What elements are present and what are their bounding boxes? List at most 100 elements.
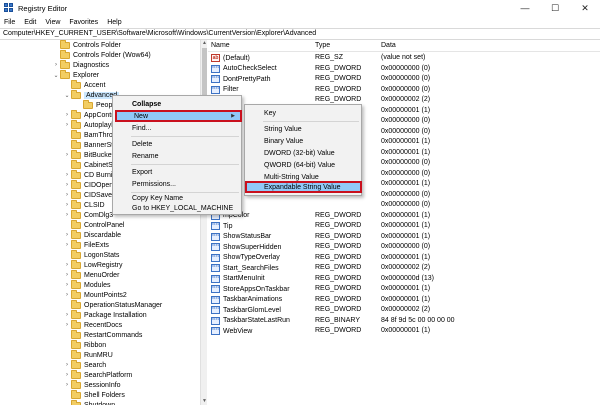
submenu-expandable-string-value[interactable]: Expandable String Value (245, 181, 362, 193)
tree-node[interactable]: › SessionInfo (63, 379, 121, 390)
collapsed-chevron-icon[interactable]: › (63, 262, 71, 268)
column-header-data[interactable]: Data (381, 42, 396, 49)
collapsed-chevron-icon[interactable]: › (63, 282, 71, 288)
submenu-string-value[interactable]: String Value (245, 123, 361, 135)
tree-node[interactable]: › MenuOrder (63, 269, 119, 280)
value-row[interactable]: 010110ShowTypeOverlay REG_DWORD 0x00000001… (208, 253, 600, 263)
column-header-name[interactable]: Name (211, 42, 230, 49)
tree-node[interactable]: ControlPanel (63, 219, 124, 230)
close-button[interactable]: ✕ (570, 0, 600, 16)
collapsed-chevron-icon[interactable]: › (63, 202, 71, 208)
value-row[interactable]: 010110AutoCheckSelect REG_DWORD 0x00000000… (208, 64, 600, 74)
collapsed-chevron-icon[interactable]: › (63, 192, 71, 198)
tree-node[interactable]: Controls Folder (52, 40, 121, 50)
minimize-button[interactable]: — (510, 0, 540, 16)
tree-node[interactable]: LogonStats (63, 249, 119, 260)
tree-node[interactable]: › Diagnostics (52, 59, 109, 70)
tree-node[interactable]: › SearchPlatform (63, 369, 132, 380)
expanded-chevron-icon[interactable]: ⌄ (52, 72, 60, 79)
context-permissions[interactable]: Permissions... (113, 178, 241, 190)
collapsed-chevron-icon[interactable]: › (63, 152, 71, 158)
collapsed-chevron-icon[interactable]: › (63, 212, 71, 218)
menu-edit[interactable]: Edit (24, 19, 36, 26)
tree-node[interactable]: › Discardable (63, 229, 121, 240)
tree-node[interactable]: RunMRU (63, 349, 113, 360)
value-row[interactable]: 010110WebView REG_DWORD 0x00000001 (1) (208, 326, 600, 336)
menu-favorites[interactable]: Favorites (69, 19, 98, 26)
collapsed-chevron-icon[interactable]: › (63, 272, 71, 278)
scroll-down-arrow-icon[interactable]: ▼ (201, 398, 208, 405)
tree-node[interactable]: › RecentDocs (63, 319, 122, 330)
collapsed-chevron-icon[interactable]: › (63, 382, 71, 388)
tree-node[interactable]: Accent (63, 79, 105, 90)
tree-node[interactable]: › AppContr (63, 109, 114, 120)
address-bar[interactable]: Computer\HKEY_CURRENT_USER\Software\Micr… (0, 28, 600, 40)
collapsed-chevron-icon[interactable]: › (63, 172, 71, 178)
value-row[interactable]: 010110DontPrettyPath REG_DWORD 0x00000000 … (208, 74, 600, 84)
menu-help[interactable]: Help (107, 19, 121, 26)
submenu-key[interactable]: Key (245, 107, 361, 119)
context-collapse[interactable]: Collapse (113, 98, 241, 110)
value-row[interactable]: 010110TaskbarAnimations REG_DWORD 0x000000… (208, 295, 600, 305)
context-goto-hklm[interactable]: Go to HKEY_LOCAL_MACHINE (113, 202, 241, 214)
value-row[interactable]: ab (Default) REG_SZ (value not set) (208, 53, 600, 63)
value-row[interactable]: 010110mpColorREG_DWORD0x00000001 (1) (208, 211, 600, 221)
tree-node[interactable]: ⌄ Advanced (63, 89, 120, 100)
tree-node[interactable]: OperationStatusManager (63, 299, 162, 310)
collapsed-chevron-icon[interactable]: › (63, 242, 71, 248)
tree-node[interactable]: ⌄ Explorer (52, 69, 99, 80)
value-row[interactable]: 010110StoreAppsOnTaskbar REG_DWORD 0x00000… (208, 284, 600, 294)
maximize-button[interactable]: ☐ (540, 0, 570, 16)
collapsed-chevron-icon[interactable]: › (63, 312, 71, 318)
collapsed-chevron-icon[interactable]: › (63, 182, 71, 188)
menu-view[interactable]: View (45, 19, 60, 26)
tree-node[interactable]: › CIDSave (63, 189, 112, 200)
value-row[interactable]: 010110ShowStatusBar REG_DWORD 0x00000001 (… (208, 232, 600, 242)
submenu-dword-value[interactable]: DWORD (32-bit) Value (245, 147, 361, 159)
tree-node[interactable]: › Modules (63, 279, 110, 290)
tree-node[interactable]: RestartCommands (63, 329, 142, 340)
context-find[interactable]: Find... (113, 122, 241, 134)
submenu-binary-value[interactable]: Binary Value (245, 135, 361, 147)
collapsed-chevron-icon[interactable]: › (63, 362, 71, 368)
tree-node[interactable]: › Search (63, 359, 106, 370)
tree-node[interactable]: Shutdown (63, 399, 115, 405)
context-rename[interactable]: Rename (113, 150, 241, 162)
collapsed-chevron-icon[interactable]: › (63, 122, 71, 128)
context-new[interactable]: New ▶ (115, 110, 242, 122)
tree-node[interactable]: BamThro (63, 129, 113, 140)
value-row[interactable]: 010110Start_SearchFiles REG_DWORD 0x000000… (208, 263, 600, 273)
collapsed-chevron-icon[interactable]: › (63, 112, 71, 118)
tree-node[interactable]: BannerSto (63, 139, 117, 150)
tree-node[interactable]: › CD Burnin (63, 169, 116, 180)
context-delete[interactable]: Delete (113, 138, 241, 150)
column-header-type[interactable]: Type (315, 42, 330, 49)
tree-node[interactable]: › MountPoints2 (63, 289, 127, 300)
value-row[interactable]: 010110Tip REG_DWORD 0x00000001 (1) (208, 221, 600, 231)
tree-node[interactable]: › LowRegistry (63, 259, 123, 270)
tree-node[interactable]: Ribbon (63, 339, 106, 350)
expanded-chevron-icon[interactable]: ⌄ (63, 92, 71, 99)
tree-node[interactable]: Controls Folder (Wow64) (52, 49, 151, 60)
value-row[interactable]: 010110StartMenuInit REG_DWORD 0x0000000d (… (208, 274, 600, 284)
collapsed-chevron-icon[interactable]: › (63, 322, 71, 328)
tree-node[interactable]: › CLSID (63, 199, 105, 210)
tree-node[interactable]: Shell Folders (63, 389, 125, 400)
value-row[interactable]: 010110TaskbarGlomLevel REG_DWORD 0x0000000… (208, 305, 600, 315)
tree-node[interactable]: › CIDOpen (63, 179, 113, 190)
tree-node[interactable]: › BitBucket (63, 149, 114, 160)
submenu-qword-value[interactable]: QWORD (64-bit) Value (245, 159, 361, 171)
tree-node[interactable]: › FileExts (63, 239, 109, 250)
collapsed-chevron-icon[interactable]: › (63, 372, 71, 378)
tree-node[interactable]: › ComDlg3 (63, 209, 113, 220)
value-row[interactable]: 010110ShowSuperHidden REG_DWORD 0x00000000… (208, 242, 600, 252)
collapsed-chevron-icon[interactable]: › (63, 292, 71, 298)
tree-node[interactable]: › Autoplayl (63, 119, 113, 130)
context-export[interactable]: Export (113, 166, 241, 178)
value-row[interactable]: 010110Filter REG_DWORD 0x00000000 (0) (208, 85, 600, 95)
menu-file[interactable]: File (4, 19, 15, 26)
tree-node[interactable]: CabinetSt (63, 159, 115, 170)
collapsed-chevron-icon[interactable]: › (52, 62, 60, 68)
value-row[interactable]: 0101100x00000000 (0) (208, 200, 600, 210)
collapsed-chevron-icon[interactable]: › (63, 232, 71, 238)
